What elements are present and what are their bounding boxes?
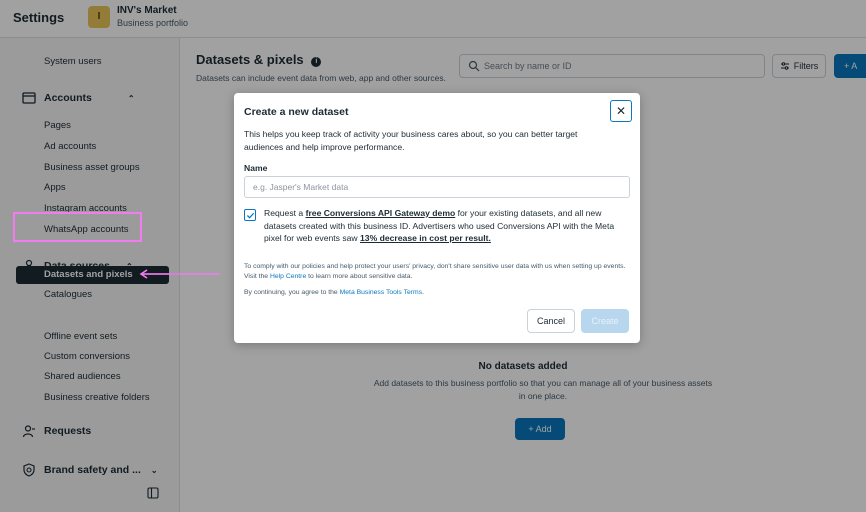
name-field-label: Name: [244, 163, 268, 173]
checkbox-description: Request a free Conversions API Gateway d…: [264, 207, 626, 245]
agree-end: .: [422, 289, 424, 296]
annotation-highlight-box-top: [13, 212, 142, 242]
close-button[interactable]: ✕: [610, 100, 632, 122]
create-dataset-dialog: Create a new dataset ✕ This helps you ke…: [234, 93, 640, 343]
annotation-arrow-top: [139, 269, 220, 279]
policy-text-part-2: to learn more about sensitive data.: [306, 272, 413, 280]
close-icon: ✕: [615, 104, 627, 118]
agree-text: By continuing, you agree to the: [244, 289, 340, 296]
cancel-button[interactable]: Cancel: [527, 309, 575, 333]
help-centre-link[interactable]: Help Centre: [270, 273, 306, 280]
terms-notice: By continuing, you agree to the Meta Bus…: [244, 289, 424, 296]
conversions-api-checkbox[interactable]: [244, 209, 256, 221]
cost-decrease-link[interactable]: 13% decrease in cost per result.: [360, 233, 491, 243]
dataset-name-input[interactable]: [244, 176, 630, 198]
gateway-demo-link[interactable]: free Conversions API Gateway demo: [306, 208, 456, 218]
dialog-description: This helps you keep track of activity yo…: [244, 129, 578, 152]
business-tools-terms-link[interactable]: Meta Business Tools Terms: [340, 289, 422, 296]
check-text-part-1: Request a: [264, 208, 306, 218]
dialog-title: Create a new dataset: [244, 106, 349, 118]
create-button[interactable]: Create: [581, 309, 629, 333]
privacy-notice: To comply with our policies and help pro…: [244, 262, 634, 281]
checkmark-icon: [246, 212, 254, 219]
